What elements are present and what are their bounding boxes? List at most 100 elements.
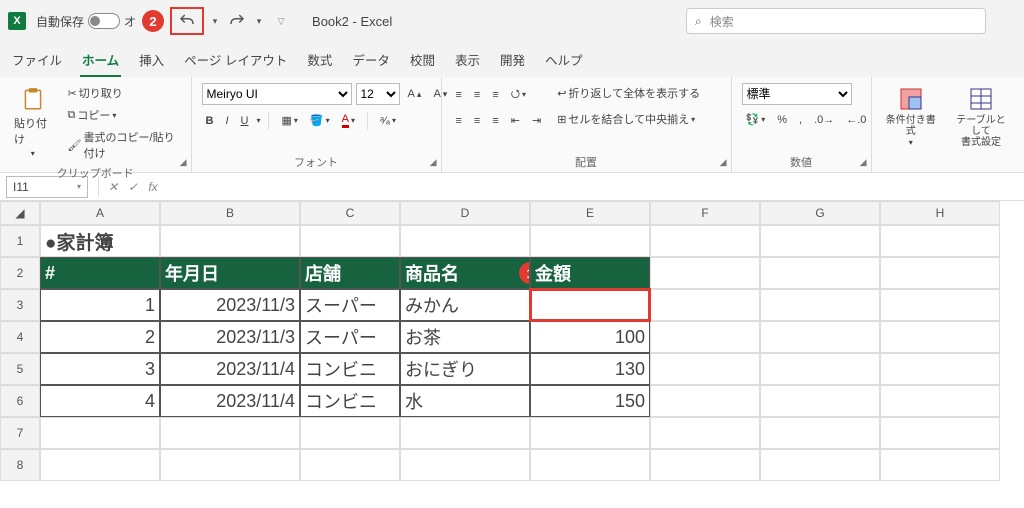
- cell-G5[interactable]: [760, 353, 880, 385]
- cell-H5[interactable]: [880, 353, 1000, 385]
- percent-button[interactable]: %: [773, 112, 791, 128]
- inc-decimal-button[interactable]: .0→: [810, 112, 838, 128]
- undo-button[interactable]: [176, 10, 198, 32]
- col-header-H[interactable]: H: [880, 201, 1000, 225]
- cell-A5[interactable]: 3: [40, 353, 160, 385]
- number-format-select[interactable]: 標準: [742, 83, 852, 105]
- format-as-table-button[interactable]: テーブルとして書式設定: [948, 83, 1014, 150]
- cell-C5[interactable]: コンビニ: [300, 353, 400, 385]
- underline-button[interactable]: U: [237, 113, 253, 129]
- cell-D1[interactable]: [400, 225, 530, 257]
- cell-H3[interactable]: [880, 289, 1000, 321]
- cell-E8[interactable]: [530, 449, 650, 481]
- cell-F8[interactable]: [650, 449, 760, 481]
- cell-B1[interactable]: [160, 225, 300, 257]
- tab-view[interactable]: 表示: [453, 46, 482, 77]
- undo-dropdown[interactable]: ▾: [204, 10, 226, 32]
- redo-button[interactable]: [226, 10, 248, 32]
- cell-G7[interactable]: [760, 417, 880, 449]
- tab-review[interactable]: 校閲: [408, 46, 437, 77]
- number-dialog-launcher[interactable]: ◢: [860, 157, 867, 168]
- row-header-1[interactable]: 1: [0, 225, 40, 257]
- cut-button[interactable]: ✂切り取り: [64, 83, 181, 103]
- cell-F7[interactable]: [650, 417, 760, 449]
- row-header-3[interactable]: 3: [0, 289, 40, 321]
- fx-button[interactable]: fx: [143, 180, 163, 194]
- copy-button[interactable]: ⧉コピー▾: [64, 105, 181, 125]
- cell-D5[interactable]: おにぎり: [400, 353, 530, 385]
- align-left-button[interactable]: ≡: [452, 113, 466, 129]
- comma-button[interactable]: ,: [795, 112, 806, 128]
- cell-F2[interactable]: [650, 257, 760, 289]
- orientation-button[interactable]: ⭯▾: [507, 83, 530, 106]
- paste-button[interactable]: 貼り付け ▾: [10, 83, 56, 160]
- cell-G6[interactable]: [760, 385, 880, 417]
- cell-E1[interactable]: [530, 225, 650, 257]
- tab-dev[interactable]: 開発: [498, 46, 527, 77]
- format-painter-button[interactable]: 🖌書式のコピー/貼り付け: [64, 127, 181, 163]
- wrap-text-button[interactable]: ↩折り返して全体を表示する: [553, 83, 704, 103]
- indent-decrease-button[interactable]: ⇤: [507, 112, 524, 129]
- col-header-E[interactable]: E: [530, 201, 650, 225]
- worksheet-grid[interactable]: ◢ A B C D E F G H 1 ●家計簿 2 # 年月日 店舗 商品名 …: [0, 201, 1024, 481]
- qat-overflow[interactable]: ▽: [270, 10, 292, 32]
- clipboard-dialog-launcher[interactable]: ◢: [180, 157, 187, 168]
- row-header-8[interactable]: 8: [0, 449, 40, 481]
- redo-dropdown[interactable]: ▾: [248, 10, 270, 32]
- font-dialog-launcher[interactable]: ◢: [430, 157, 437, 168]
- tab-formulas[interactable]: 数式: [305, 46, 334, 77]
- cell-C8[interactable]: [300, 449, 400, 481]
- cell-E7[interactable]: [530, 417, 650, 449]
- tab-home[interactable]: ホーム: [80, 46, 121, 77]
- cell-G1[interactable]: [760, 225, 880, 257]
- cell-A2[interactable]: #: [40, 257, 160, 289]
- cell-C3[interactable]: スーパー: [300, 289, 400, 321]
- cell-A8[interactable]: [40, 449, 160, 481]
- cell-H6[interactable]: [880, 385, 1000, 417]
- cell-D4[interactable]: お茶: [400, 321, 530, 353]
- currency-button[interactable]: 💱▾: [742, 111, 770, 128]
- cell-H8[interactable]: [880, 449, 1000, 481]
- autosave-toggle[interactable]: [88, 13, 120, 29]
- cell-H1[interactable]: [880, 225, 1000, 257]
- cell-G3[interactable]: [760, 289, 880, 321]
- col-header-G[interactable]: G: [760, 201, 880, 225]
- align-top-button[interactable]: ≡: [452, 87, 466, 103]
- row-header-6[interactable]: 6: [0, 385, 40, 417]
- cell-C1[interactable]: [300, 225, 400, 257]
- cell-G8[interactable]: [760, 449, 880, 481]
- cell-C7[interactable]: [300, 417, 400, 449]
- cell-E4[interactable]: 100: [530, 321, 650, 353]
- align-center-button[interactable]: ≡: [470, 113, 484, 129]
- cell-E5[interactable]: 130: [530, 353, 650, 385]
- row-header-7[interactable]: 7: [0, 417, 40, 449]
- cancel-formula-button[interactable]: ✕: [103, 180, 123, 194]
- italic-button[interactable]: I: [221, 113, 232, 129]
- cell-E2[interactable]: 金額: [530, 257, 650, 289]
- tab-insert[interactable]: 挿入: [137, 46, 166, 77]
- tab-file[interactable]: ファイル: [10, 46, 64, 77]
- cell-F3[interactable]: [650, 289, 760, 321]
- tab-data[interactable]: データ: [350, 46, 392, 77]
- row-header-5[interactable]: 5: [0, 353, 40, 385]
- cell-F6[interactable]: [650, 385, 760, 417]
- cell-B3[interactable]: 2023/11/3: [160, 289, 300, 321]
- font-size-select[interactable]: 12: [356, 83, 400, 105]
- conditional-format-button[interactable]: 条件付き書式▾: [882, 83, 940, 150]
- cell-D2[interactable]: 商品名 1: [400, 257, 530, 289]
- bold-button[interactable]: B: [202, 113, 218, 129]
- cell-A6[interactable]: 4: [40, 385, 160, 417]
- cell-A7[interactable]: [40, 417, 160, 449]
- cell-A1[interactable]: ●家計簿: [40, 225, 160, 257]
- alignment-dialog-launcher[interactable]: ◢: [720, 157, 727, 168]
- cell-G4[interactable]: [760, 321, 880, 353]
- tab-layout[interactable]: ページ レイアウト: [182, 46, 289, 77]
- cell-B2[interactable]: 年月日: [160, 257, 300, 289]
- enter-formula-button[interactable]: ✓: [123, 180, 143, 194]
- cell-B8[interactable]: [160, 449, 300, 481]
- phonetic-button[interactable]: ᵃ⁄ₐ▾: [376, 113, 400, 129]
- cell-C4[interactable]: スーパー: [300, 321, 400, 353]
- cell-D6[interactable]: 水: [400, 385, 530, 417]
- row-header-2[interactable]: 2: [0, 257, 40, 289]
- align-bottom-button[interactable]: ≡: [488, 87, 502, 103]
